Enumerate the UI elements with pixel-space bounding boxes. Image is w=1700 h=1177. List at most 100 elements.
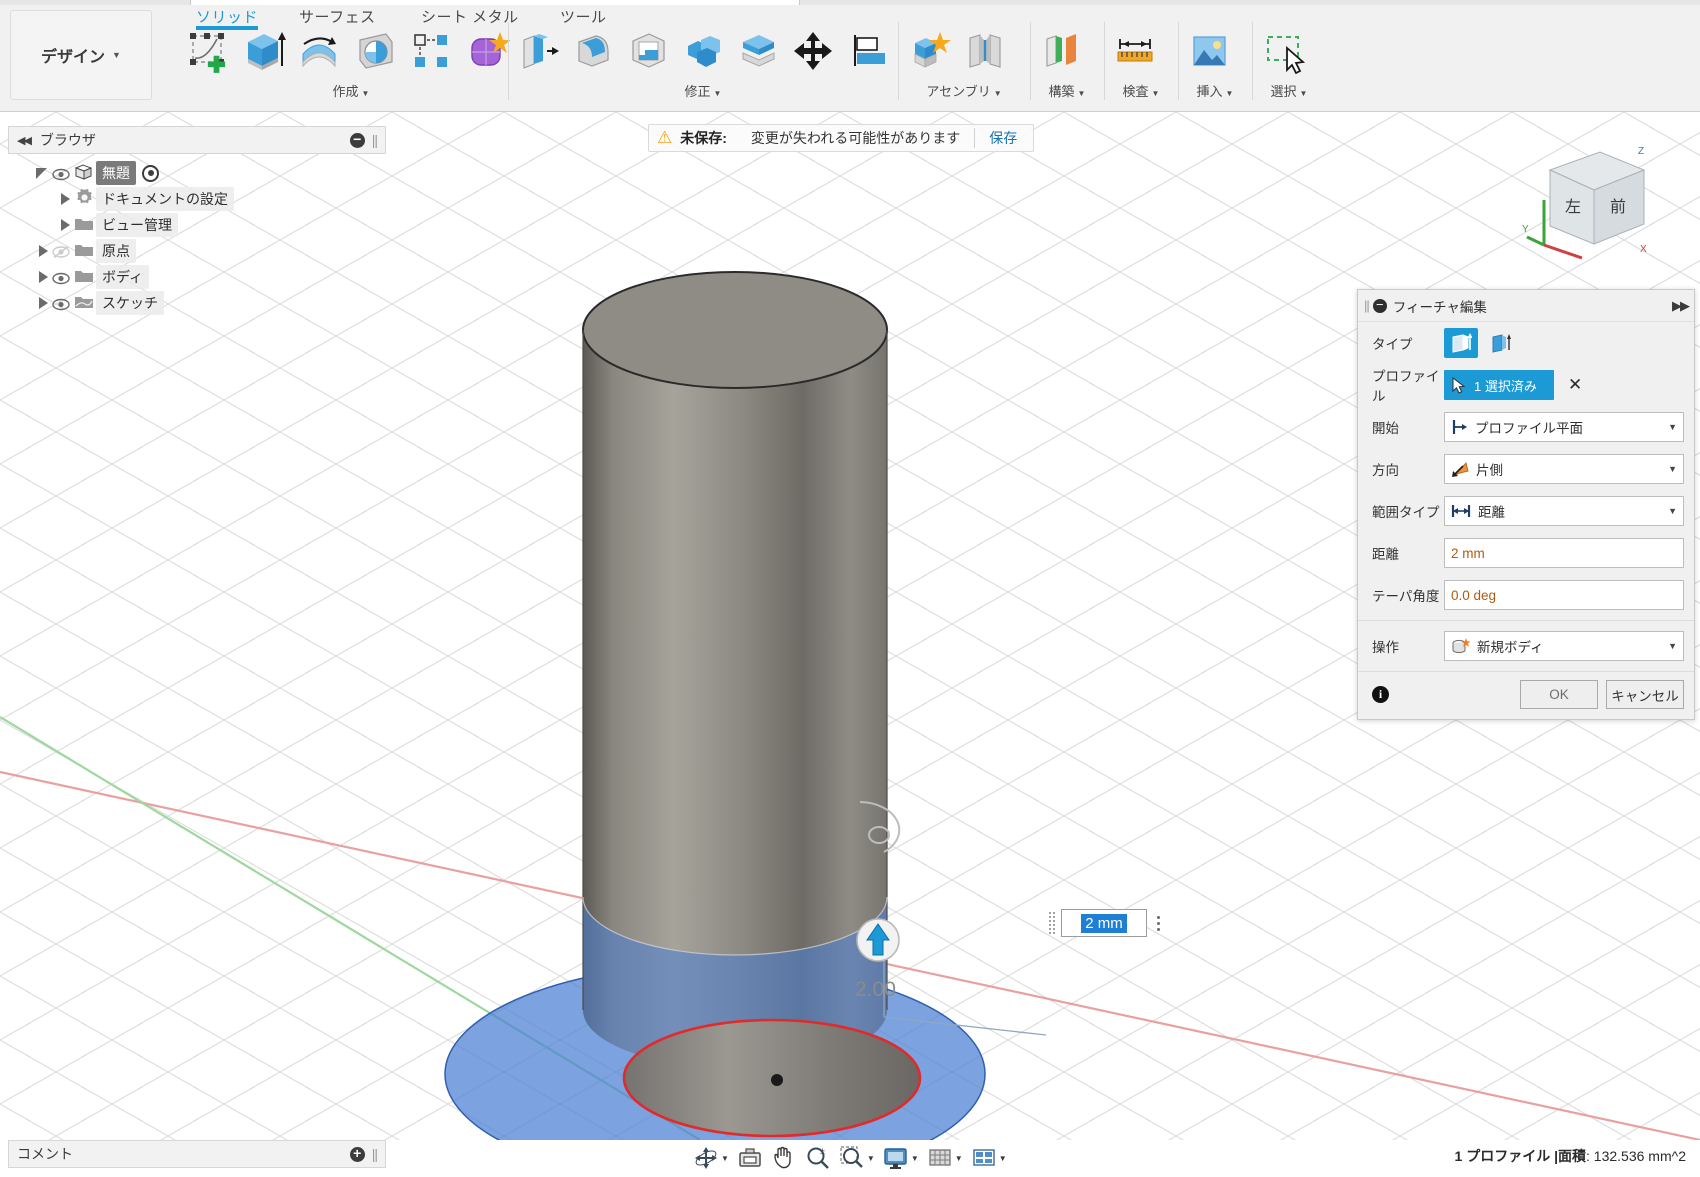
extent-type-dropdown[interactable]: 距離 ▼ [1444,496,1684,526]
ok-button[interactable]: OK [1520,680,1598,709]
visibility-eye-off-icon[interactable] [50,243,72,259]
tree-item-view-management[interactable]: ビュー管理 [10,212,310,238]
zoom-window-icon[interactable]: ▼ [836,1144,878,1172]
dimension-grip[interactable] [1048,911,1057,935]
expand-triangle-icon[interactable] [36,166,50,180]
ribbon-divider [508,22,509,100]
ribbon-group-insert-label[interactable]: 挿入 ▼ [1182,81,1248,100]
expand-triangle-icon[interactable] [36,244,50,258]
ribbon-group-insert: 挿入 ▼ [1182,22,1248,104]
pan-icon[interactable] [768,1144,800,1172]
collapse-left-icon[interactable]: ◀◀ [17,134,32,147]
operation-dropdown[interactable]: 新規ボディ ▼ [1444,631,1684,661]
dialog-row-distance: 距離 2 mm [1358,532,1694,574]
dialog-gripper[interactable]: || [1364,298,1370,313]
visibility-eye-icon[interactable] [50,165,72,181]
dimension-options-icon[interactable] [1151,910,1165,936]
info-icon[interactable]: i [1372,686,1389,703]
dialog-label-type: タイプ [1372,337,1413,352]
move-copy-icon[interactable] [786,22,839,80]
chevron-down-icon[interactable]: ▼ [1668,641,1677,651]
ribbon-group-assemble-label[interactable]: アセンブリ ▼ [902,81,1026,100]
expand-triangle-icon[interactable] [58,192,72,206]
profile-selection-button[interactable]: 1 選択済み [1444,370,1554,400]
ribbon-group-create-label[interactable]: 作成 ▼ [180,81,522,100]
tree-item-bodies[interactable]: ボディ [10,264,310,290]
select-window-icon[interactable] [1256,22,1310,80]
new-component-icon[interactable] [902,22,956,80]
view-cube[interactable]: 左 前 Y X Z [1522,140,1652,270]
zoom-icon[interactable]: ± [802,1144,834,1172]
chevron-down-icon[interactable]: ▼ [1668,422,1677,432]
chevron-down-icon[interactable]: ▼ [1668,464,1677,474]
dialog-titlebar[interactable]: || − フィーチャ編集 ▶▶ [1358,290,1694,322]
sweep-icon[interactable] [348,22,402,80]
tree-item-document-settings[interactable]: ドキュメントの設定 [10,186,310,212]
expand-right-icon[interactable]: ▶▶ [1672,298,1690,314]
create-sketch-icon[interactable] [180,22,234,80]
grid-snap-icon[interactable]: ▼ [924,1144,966,1172]
visibility-eye-icon[interactable] [50,295,72,311]
minus-circle-icon[interactable]: − [1372,298,1387,313]
plus-circle-icon[interactable]: + [349,1146,365,1162]
pattern-icon[interactable] [404,22,458,80]
minus-circle-icon[interactable]: − [349,132,365,148]
expand-triangle-icon[interactable] [58,218,72,232]
extent-type-value: 距離 [1478,505,1505,520]
save-button[interactable]: 保存 [975,128,1031,148]
extrude-profile-icon[interactable] [1444,328,1478,358]
start-dropdown[interactable]: プロファイル平面 ▼ [1444,412,1684,442]
tree-item-origin[interactable]: 原点 [10,238,310,264]
orbit-icon[interactable]: ▼ [690,1144,732,1172]
panel-gripper[interactable]: || [372,1146,378,1162]
shell-icon[interactable] [622,22,675,80]
look-at-icon[interactable] [734,1144,766,1172]
revolve-icon[interactable] [292,22,346,80]
offset-plane-icon[interactable] [1034,22,1088,80]
distance-icon [1451,505,1471,517]
expand-triangle-icon[interactable] [36,270,50,284]
tree-item-root[interactable]: 無題 [10,160,310,186]
taper-angle-value: 0.0 deg [1451,587,1497,603]
clear-selection-icon[interactable]: ✕ [1568,375,1582,395]
svg-text:±: ± [820,1146,825,1156]
panel-gripper[interactable]: || [372,132,378,148]
expand-triangle-icon[interactable] [36,296,50,310]
profile-selection-label: 1 選択済み [1474,378,1537,394]
taper-angle-input[interactable]: 0.0 deg [1444,580,1684,610]
visibility-eye-icon[interactable] [50,269,72,285]
press-pull-icon[interactable] [512,22,565,80]
browser-panel-header: ◀◀ ブラウザ − || [8,126,386,154]
distance-input[interactable]: 2 mm [1444,538,1684,568]
form-icon[interactable] [460,22,514,80]
ribbon-group-construct-label[interactable]: 構築 ▼ [1034,81,1100,100]
fillet-icon[interactable] [567,22,620,80]
direction-dropdown[interactable]: 片側 ▼ [1444,454,1684,484]
document-tab[interactable] [190,0,800,5]
cursor-arrow-icon [1452,376,1466,394]
one-side-icon [1452,461,1469,477]
combine-icon[interactable] [677,22,730,80]
ribbon-group-inspect: 検査 ▼ [1108,22,1174,104]
dimension-input-widget[interactable]: 2 mm [1048,908,1165,938]
ribbon-group-modify-label[interactable]: 修正 ▼ [512,81,894,100]
extrude-edge-icon[interactable] [1484,328,1518,358]
tree-item-sketches[interactable]: スケッチ [10,290,310,316]
activate-component-radio[interactable] [142,164,159,182]
dimension-input-field[interactable]: 2 mm [1061,909,1147,937]
extrude-icon[interactable] [236,22,290,80]
align-icon[interactable] [841,22,894,80]
ribbon-group-inspect-label[interactable]: 検査 ▼ [1108,81,1174,100]
ribbon-divider [1030,22,1031,100]
workspace-selector-button[interactable]: デザイン ▼ [10,10,152,100]
ribbon-group-construct: 構築 ▼ [1034,22,1100,104]
viewports-icon[interactable]: ▼ [968,1144,1010,1172]
offset-face-icon[interactable] [731,22,784,80]
chevron-down-icon[interactable]: ▼ [1668,506,1677,516]
joint-icon[interactable] [958,22,1012,80]
display-settings-icon[interactable]: ▼ [880,1144,922,1172]
measure-icon[interactable] [1108,22,1162,80]
insert-image-icon[interactable] [1182,22,1236,80]
cancel-button[interactable]: キャンセル [1606,680,1684,709]
ribbon-group-select-label[interactable]: 選択 ▼ [1256,81,1322,100]
